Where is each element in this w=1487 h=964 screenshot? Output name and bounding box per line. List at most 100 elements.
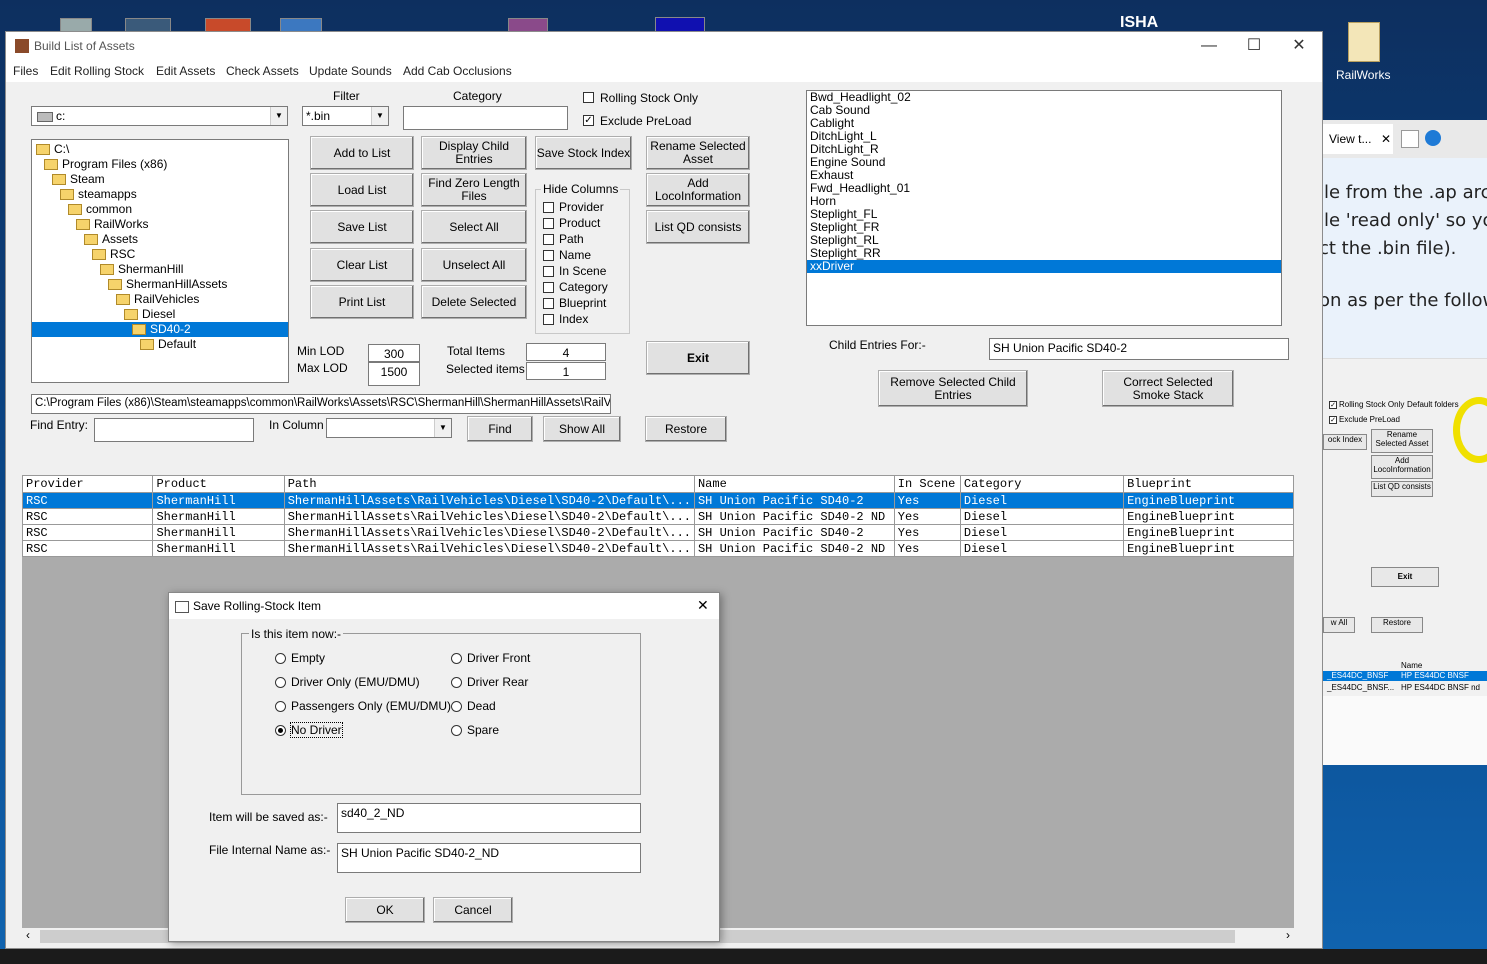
tree-node[interactable]: ShermanHill	[100, 262, 183, 277]
child-entry-item[interactable]: Steplight_RR	[807, 247, 1281, 260]
find-entry-input[interactable]	[94, 418, 254, 442]
chevron-down-icon[interactable]: ▼	[270, 107, 287, 125]
close-icon[interactable]: ✕	[1381, 124, 1391, 154]
tree-node[interactable]: Steam	[52, 172, 105, 187]
add-loco-information-button[interactable]: Add LocoInformation	[646, 173, 750, 207]
load-list-button[interactable]: Load List	[310, 173, 414, 207]
menu-edit-assets[interactable]: Edit Assets	[156, 64, 215, 78]
exit-button[interactable]: Exit	[646, 341, 750, 375]
child-entries-list[interactable]: Bwd_Headlight_02 Cab Sound Cablight DitchLi…	[806, 90, 1282, 326]
internal-name-input[interactable]: SH Union Pacific SD40-2_ND	[337, 843, 641, 873]
chevron-right-icon[interactable]: ›	[1286, 928, 1290, 942]
save-stock-index-button[interactable]: Save Stock Index	[535, 136, 632, 170]
chevron-down-icon[interactable]: ▼	[371, 107, 388, 125]
delete-selected-button[interactable]: Delete Selected	[421, 285, 527, 319]
save-rolling-stock-dialog[interactable]: Save Rolling-Stock Item ✕ Is this item n…	[168, 592, 720, 942]
child-entries-for-field[interactable]: SH Union Pacific SD40-2	[989, 338, 1289, 360]
in-column-select[interactable]: ▼	[326, 418, 452, 438]
minimize-button[interactable]: —	[1186, 32, 1232, 60]
tree-node[interactable]: Default	[140, 337, 196, 352]
show-all-button[interactable]: Show All	[543, 416, 621, 442]
state-radio[interactable]	[275, 677, 286, 688]
column-header[interactable]: Blueprint	[1123, 475, 1294, 493]
table-row[interactable]: RSC ShermanHill ShermanHillAssets\RailVehi…	[21, 492, 1294, 509]
tree-node[interactable]: C:\	[36, 142, 69, 157]
hide-column-checkbox[interactable]	[543, 266, 554, 277]
tree-node[interactable]: SD40-2	[32, 322, 288, 337]
tree-node[interactable]: common	[68, 202, 132, 217]
hide-column-checkbox[interactable]	[543, 298, 554, 309]
background-browser-window[interactable]: View t... ✕ ile from the .ap arc ile 'rea…	[1319, 120, 1487, 765]
menu-update-sounds[interactable]: Update Sounds	[309, 64, 392, 78]
browser-tab[interactable]: View t... ✕	[1323, 124, 1393, 154]
dialog-close-icon[interactable]: ✕	[697, 597, 709, 614]
column-header[interactable]: Path	[283, 475, 695, 493]
table-row[interactable]: RSC ShermanHill ShermanHillAssets\RailVehi…	[21, 540, 1294, 557]
hide-column-checkbox[interactable]	[543, 234, 554, 245]
tree-node[interactable]: ShermanHillAssets	[108, 277, 227, 292]
chevron-left-icon[interactable]: ‹	[26, 928, 30, 942]
child-entry-item[interactable]: Bwd_Headlight_02	[807, 91, 1281, 104]
hide-column-checkbox[interactable]	[543, 202, 554, 213]
hide-column-checkbox[interactable]	[543, 282, 554, 293]
path-field[interactable]: C:\Program Files (x86)\Steam\steamapps\c…	[31, 394, 611, 414]
filter-select[interactable]: *.bin ▼	[302, 106, 389, 126]
column-header[interactable]: Category	[959, 475, 1125, 493]
clear-list-button[interactable]: Clear List	[310, 248, 414, 282]
column-header[interactable]: In Scene	[893, 475, 961, 493]
state-radio[interactable]	[451, 677, 462, 688]
tree-node[interactable]: Program Files (x86)	[44, 157, 167, 172]
tree-node[interactable]: Assets	[84, 232, 138, 247]
list-qd-consists-button[interactable]: List QD consists	[646, 210, 750, 244]
child-entry-item[interactable]: Cab Sound	[807, 104, 1281, 117]
state-radio[interactable]	[451, 653, 462, 664]
restore-button[interactable]: Restore	[645, 416, 727, 442]
hide-column-checkbox[interactable]	[543, 250, 554, 261]
browser-icon[interactable]	[1425, 130, 1441, 146]
hide-column-checkbox[interactable]	[543, 218, 554, 229]
save-list-button[interactable]: Save List	[310, 210, 414, 244]
column-header[interactable]: Product	[152, 475, 285, 493]
maximize-button[interactable]: ☐	[1231, 32, 1277, 60]
column-header[interactable]: Provider	[21, 475, 154, 493]
menu-add-cab-occlusions[interactable]: Add Cab Occlusions	[403, 64, 512, 78]
state-radio[interactable]	[275, 653, 286, 664]
child-entry-item[interactable]: xxDriver	[807, 260, 1281, 273]
exclude-preload-checkbox[interactable]: ✓	[583, 115, 594, 126]
new-tab-icon[interactable]	[1401, 130, 1419, 148]
category-input[interactable]	[403, 106, 568, 130]
tree-node[interactable]: RailWorks	[76, 217, 148, 232]
tree-node[interactable]: Diesel	[124, 307, 175, 322]
unselect-all-button[interactable]: Unselect All	[421, 248, 527, 282]
folder-tree[interactable]: C:\ Program Files (x86) Steam steamapps comm…	[31, 139, 289, 383]
rename-selected-asset-button[interactable]: Rename Selected Asset	[646, 136, 750, 170]
child-entry-item[interactable]: Cablight	[807, 117, 1281, 130]
rolling-stock-only-checkbox[interactable]	[583, 92, 594, 103]
table-row[interactable]: RSC ShermanHill ShermanHillAssets\RailVehi…	[21, 508, 1294, 525]
max-lod-input[interactable]: 1500	[368, 362, 420, 386]
drive-select[interactable]: c: ▼	[31, 106, 288, 126]
find-zero-length-files-button[interactable]: Find Zero Length Files	[421, 173, 527, 207]
menu-check-assets[interactable]: Check Assets	[226, 64, 299, 78]
child-entry-item[interactable]: Engine Sound	[807, 156, 1281, 169]
print-list-button[interactable]: Print List	[310, 285, 414, 319]
display-child-entries-button[interactable]: Display Child Entries	[421, 136, 527, 170]
tree-node[interactable]: steamapps	[60, 187, 137, 202]
column-header[interactable]: Name	[693, 475, 895, 493]
child-entry-item[interactable]: Horn	[807, 195, 1281, 208]
menu-files[interactable]: Files	[13, 64, 38, 78]
chevron-down-icon[interactable]: ▼	[434, 419, 451, 437]
tree-node[interactable]: RailVehicles	[116, 292, 199, 307]
tree-node[interactable]: RSC	[92, 247, 135, 262]
remove-selected-child-entries-button[interactable]: Remove Selected Child Entries	[878, 370, 1028, 407]
add-to-list-button[interactable]: Add to List	[310, 136, 414, 170]
min-lod-input[interactable]: 300	[368, 344, 420, 362]
state-radio[interactable]	[451, 725, 462, 736]
ok-button[interactable]: OK	[345, 897, 425, 923]
find-button[interactable]: Find	[467, 416, 533, 442]
dialog-title-bar[interactable]: Save Rolling-Stock Item ✕	[169, 593, 719, 619]
state-radio[interactable]	[275, 701, 286, 712]
menu-edit-rolling-stock[interactable]: Edit Rolling Stock	[50, 64, 144, 78]
hide-column-checkbox[interactable]	[543, 314, 554, 325]
state-radio[interactable]	[451, 701, 462, 712]
